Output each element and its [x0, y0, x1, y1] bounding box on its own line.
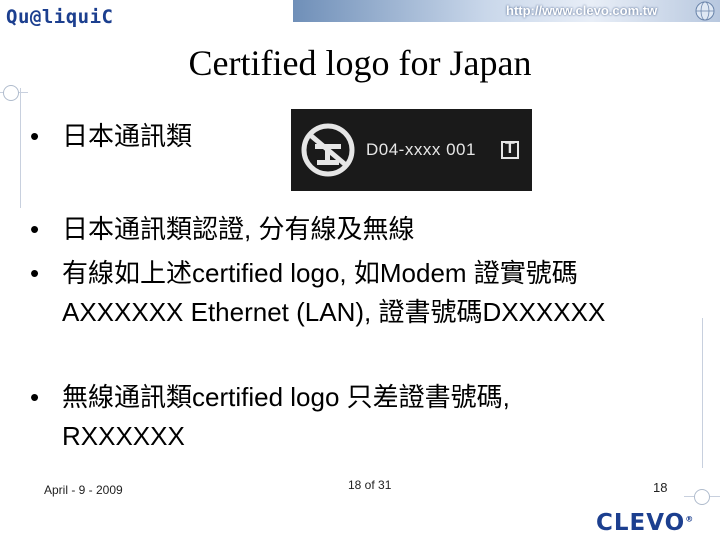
decorative-circle: [3, 85, 19, 101]
company-name: CLEVO: [596, 510, 686, 536]
decorative-circle: [694, 489, 710, 505]
website-url[interactable]: http://www.clevo.com.tw: [506, 3, 657, 18]
brand-logo: Qu@liquiC: [6, 6, 114, 28]
bullet-text: 無線通訊類certified logo 只差證書號碼, RXXXXXX: [62, 382, 510, 451]
bullet-text: 日本通訊類認證, 分有線及無線: [62, 214, 415, 244]
decorative-line: [20, 88, 21, 208]
footer-page-indicator: 18 of 31: [348, 478, 392, 492]
bullet-marker: •: [30, 258, 40, 288]
header-banner: http://www.clevo.com.tw: [293, 0, 720, 22]
globe-icon: [695, 1, 715, 21]
footer-slide-number: 18: [653, 480, 668, 495]
page-title: Certified logo for Japan: [188, 43, 532, 83]
bullet-text: 有線如上述certified logo, 如Modem 證實號碼AXXXXXX …: [62, 258, 606, 327]
bullet-text: 日本通訊類: [62, 121, 193, 151]
bullet-marker: •: [30, 382, 40, 412]
registered-mark: ®: [685, 514, 695, 524]
bullet-marker: •: [30, 121, 40, 151]
decorative-line: [702, 318, 703, 468]
bullet-marker: •: [30, 214, 40, 244]
footer-date: April - 9 - 2009: [44, 483, 123, 497]
company-logo: CLEVO®: [596, 510, 694, 536]
